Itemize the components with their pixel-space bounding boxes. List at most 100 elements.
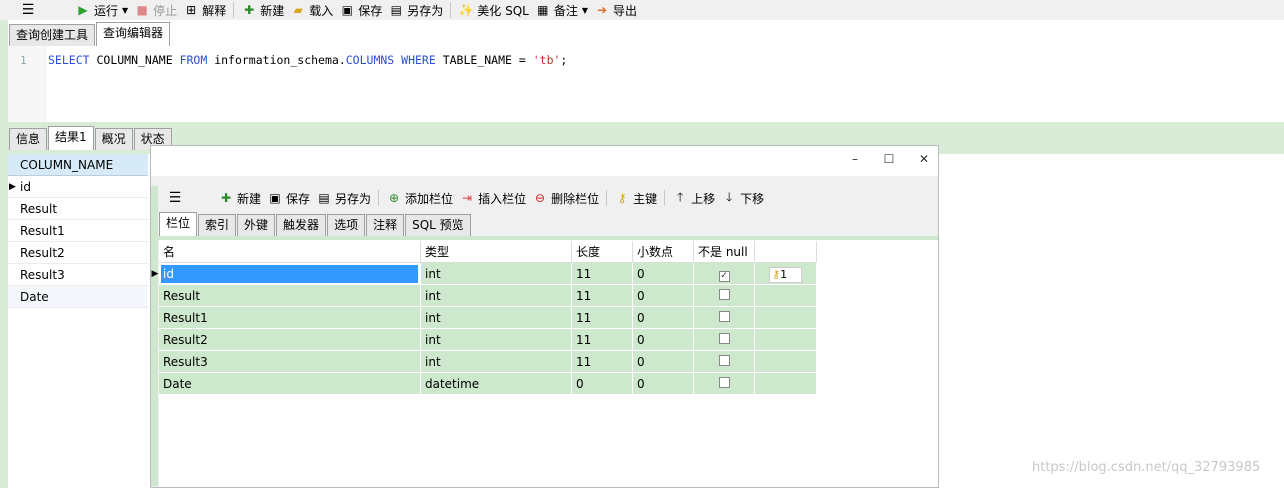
- table-cell-col-key[interactable]: [755, 329, 817, 351]
- table-cell-col-name[interactable]: Result2: [159, 329, 421, 351]
- table-cell-col-key[interactable]: [755, 351, 817, 373]
- save-as-table-button[interactable]: ▤ 另存为: [313, 189, 374, 207]
- column-header-col-not-null[interactable]: 不是 null: [694, 241, 755, 263]
- column-header-col-type[interactable]: 类型: [421, 241, 572, 263]
- load-button[interactable]: ▰ 载入: [287, 1, 336, 19]
- tab-query-builder[interactable]: 查询创建工具: [9, 24, 96, 46]
- sql-code-line[interactable]: SELECT COLUMN_NAME FROM information_sche…: [48, 53, 567, 67]
- insert-field-button[interactable]: ⇥ 插入栏位: [456, 189, 529, 207]
- column-header-col-length[interactable]: 长度: [572, 241, 633, 263]
- table-cell-col-not-null[interactable]: [694, 373, 755, 395]
- tab-profile[interactable]: 概况: [94, 128, 133, 150]
- table-cell-col-length[interactable]: 11: [572, 351, 633, 373]
- new-button[interactable]: ✚ 新建: [238, 1, 287, 19]
- not-null-checkbox[interactable]: [718, 355, 730, 366]
- table-cell-col-key[interactable]: [755, 373, 817, 395]
- table-cell-col-type[interactable]: int: [421, 351, 572, 373]
- separator: [450, 2, 452, 18]
- add-field-button[interactable]: ⊕ 添加栏位: [383, 189, 456, 207]
- column-header-col-decimal[interactable]: 小数点: [633, 241, 694, 263]
- export-button[interactable]: ➜ 导出: [591, 1, 640, 19]
- table-cell-col-length[interactable]: 11: [572, 285, 633, 307]
- table-cell-col-not-null[interactable]: [694, 285, 755, 307]
- comment-icon: ▦: [537, 3, 549, 17]
- tab-foreign-keys[interactable]: 外键: [237, 214, 276, 236]
- table-cell-col-decimal[interactable]: 0: [633, 285, 694, 307]
- table-cell-col-not-null[interactable]: [694, 307, 755, 329]
- table-cell-col-name[interactable]: Result1: [159, 307, 421, 329]
- table-cell-col-name[interactable]: id: [159, 263, 421, 285]
- new-field-button[interactable]: ✚ 新建: [215, 189, 264, 207]
- table-cell-col-length[interactable]: 11: [572, 329, 633, 351]
- tab-result1[interactable]: 结果1: [48, 126, 94, 150]
- table-cell-col-type[interactable]: int: [421, 263, 572, 285]
- tab-sql-preview[interactable]: SQL 预览: [405, 214, 471, 236]
- move-down-button[interactable]: 🡓 下移: [718, 189, 767, 207]
- table-cell-col-type[interactable]: int: [421, 307, 572, 329]
- table-cell-col-decimal[interactable]: 0: [633, 307, 694, 329]
- save-button[interactable]: ▣ 保存: [336, 1, 385, 19]
- column-header-col-key[interactable]: [755, 241, 817, 263]
- run-button[interactable]: ▶ 运行 ▼: [72, 1, 131, 19]
- column-header-col-name[interactable]: 名: [159, 241, 421, 263]
- menu-icon[interactable]: ☰: [165, 190, 185, 206]
- not-null-checkbox[interactable]: [718, 311, 730, 322]
- table-cell-col-key[interactable]: [755, 285, 817, 307]
- table-row[interactable]: Result: [8, 198, 148, 220]
- not-null-checkbox[interactable]: [718, 289, 730, 300]
- table-cell-col-length[interactable]: 11: [572, 307, 633, 329]
- table-cell-col-name[interactable]: Result: [159, 285, 421, 307]
- delete-field-button[interactable]: ⊖ 删除栏位: [529, 189, 602, 207]
- maximize-icon[interactable]: ☐: [880, 152, 898, 166]
- not-null-checkbox[interactable]: [718, 377, 730, 388]
- table-row[interactable]: Result3: [8, 264, 148, 286]
- move-up-button[interactable]: 🡑 上移: [669, 189, 718, 207]
- column-header[interactable]: COLUMN_NAME: [8, 154, 148, 176]
- table-cell-col-not-null[interactable]: [694, 329, 755, 351]
- tab-query-editor[interactable]: 查询编辑器: [96, 22, 171, 46]
- table-row[interactable]: Date: [8, 286, 148, 308]
- not-null-checkbox[interactable]: ✓: [718, 271, 730, 282]
- table-cell-col-key[interactable]: ⚷1: [755, 263, 817, 285]
- comment-button[interactable]: ▦ 备注 ▼: [532, 1, 591, 19]
- tab-options[interactable]: 选项: [327, 214, 366, 236]
- table-cell-col-length[interactable]: 11: [572, 263, 633, 285]
- stop-button[interactable]: ■ 停止: [131, 1, 180, 19]
- table-cell-col-decimal[interactable]: 0: [633, 373, 694, 395]
- not-null-checkbox[interactable]: [718, 333, 730, 344]
- save-table-button[interactable]: ▣ 保存: [264, 189, 313, 207]
- play-icon: ▶: [78, 3, 88, 17]
- table-cell-col-not-null[interactable]: ✓: [694, 263, 755, 285]
- save-as-button[interactable]: ▤ 另存为: [385, 1, 446, 19]
- table-cell-col-length[interactable]: 0: [572, 373, 633, 395]
- tab-indexes[interactable]: 索引: [198, 214, 237, 236]
- table-cell-col-name[interactable]: Date: [159, 373, 421, 395]
- chevron-down-icon[interactable]: ▼: [582, 6, 588, 15]
- tab-info[interactable]: 信息: [9, 128, 48, 150]
- table-cell-col-type[interactable]: datetime: [421, 373, 572, 395]
- tab-comment[interactable]: 注释: [366, 214, 405, 236]
- minimize-icon[interactable]: –: [846, 152, 864, 166]
- table-cell-col-decimal[interactable]: 0: [633, 329, 694, 351]
- insert-field-icon: ⇥: [462, 191, 473, 205]
- table-cell-col-decimal[interactable]: 0: [633, 263, 694, 285]
- primary-key-button[interactable]: ⚷ 主键: [611, 189, 660, 207]
- table-cell-col-decimal[interactable]: 0: [633, 351, 694, 373]
- tab-fields[interactable]: 栏位: [159, 212, 198, 236]
- row-indicator: [151, 329, 159, 351]
- explain-button[interactable]: ⊞ 解释: [180, 1, 229, 19]
- chevron-down-icon[interactable]: ▼: [122, 6, 128, 15]
- tab-triggers[interactable]: 触发器: [276, 214, 327, 236]
- table-cell-col-name[interactable]: Result3: [159, 351, 421, 373]
- menu-icon[interactable]: ☰: [18, 2, 38, 18]
- table-row[interactable]: ▶ id: [8, 176, 148, 198]
- beautify-sql-button[interactable]: ✨ 美化 SQL: [455, 1, 532, 19]
- table-row[interactable]: Result2: [8, 242, 148, 264]
- table-cell-col-key[interactable]: [755, 307, 817, 329]
- table-row[interactable]: Result1: [8, 220, 148, 242]
- dialog-titlebar[interactable]: [151, 146, 938, 176]
- table-cell-col-type[interactable]: int: [421, 329, 572, 351]
- table-cell-col-type[interactable]: int: [421, 285, 572, 307]
- close-icon[interactable]: ✕: [915, 152, 933, 166]
- table-cell-col-not-null[interactable]: [694, 351, 755, 373]
